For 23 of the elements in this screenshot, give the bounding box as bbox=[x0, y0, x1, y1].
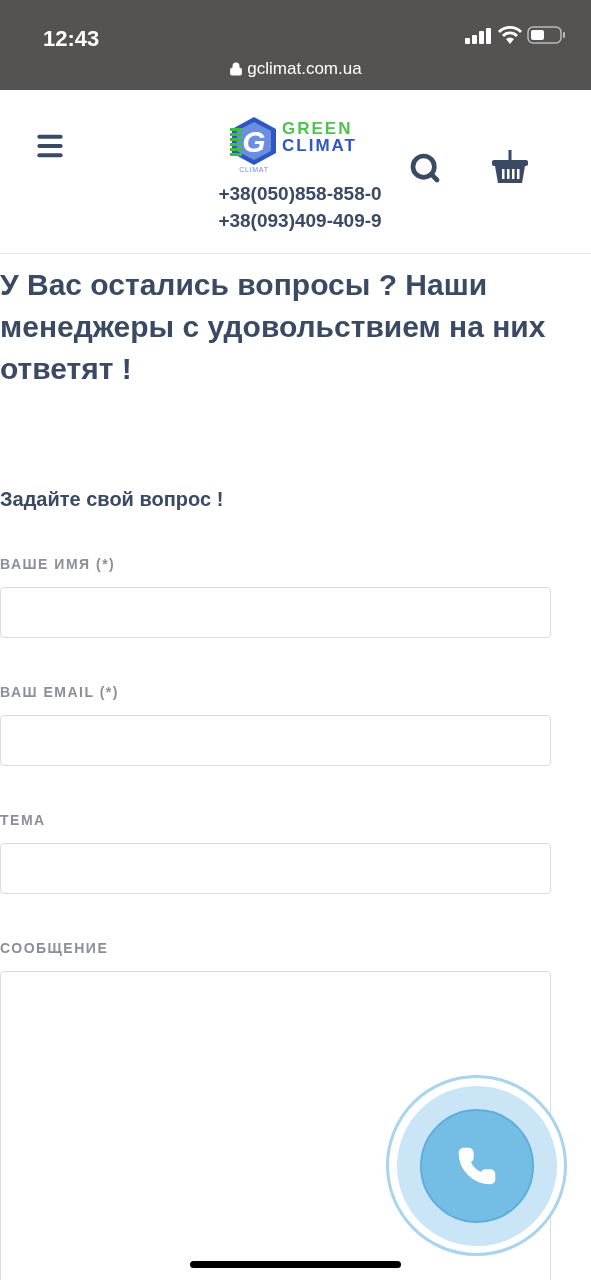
field-label: ВАШЕ ИМЯ (*) bbox=[0, 555, 117, 574]
clock: 12:43 bbox=[43, 25, 100, 53]
search-button[interactable] bbox=[409, 152, 441, 184]
battery-icon bbox=[527, 26, 567, 44]
lock-icon bbox=[229, 61, 244, 76]
field-label: СООБЩЕНИЕ bbox=[0, 939, 110, 958]
logo-text: CLIMAT bbox=[282, 137, 357, 154]
phone-link[interactable]: +38(050)858-858-0 bbox=[218, 180, 382, 207]
signal-icon bbox=[465, 28, 492, 44]
basket-icon[interactable] bbox=[492, 150, 528, 184]
logo-text: GREEN bbox=[282, 120, 354, 137]
phone-link[interactable]: +38(093)409-409-9 bbox=[218, 207, 382, 234]
input-field[interactable] bbox=[0, 587, 551, 638]
field-label: ТЕМА bbox=[0, 811, 47, 830]
phone-icon bbox=[456, 1145, 497, 1186]
field-label: ВАШ EMAIL (*) bbox=[0, 683, 120, 702]
page-title: У Вас остались вопросы ? Наши менеджеры с удовольствием на них ответят ! bbox=[0, 267, 547, 387]
wifi-icon bbox=[498, 26, 522, 44]
logo-hexagon-icon: G bbox=[230, 116, 278, 166]
input-field[interactable] bbox=[0, 715, 551, 766]
url-text[interactable]: gclimat.com.ua bbox=[247, 56, 362, 82]
form-heading: Задайте свой вопрос ! bbox=[0, 487, 225, 512]
input-field[interactable] bbox=[0, 843, 551, 894]
